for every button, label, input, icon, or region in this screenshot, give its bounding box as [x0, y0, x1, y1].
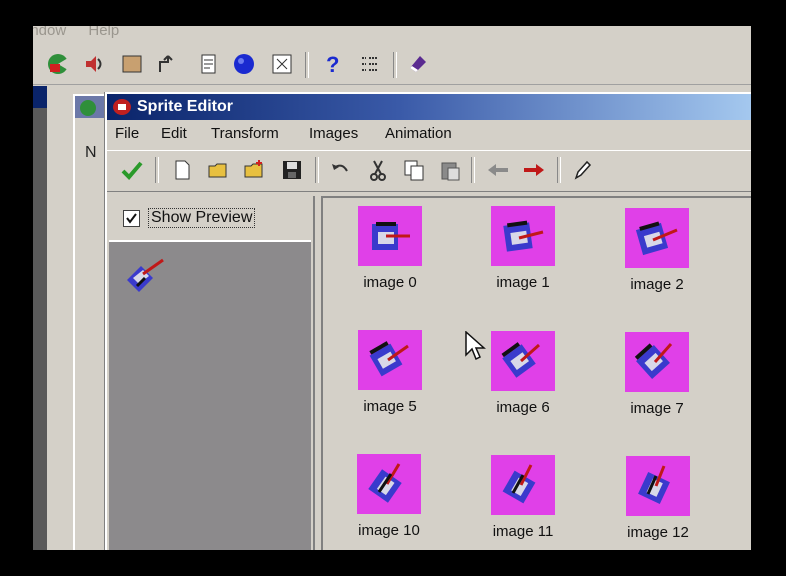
checkbox-box[interactable]	[123, 209, 140, 227]
sprite-icon	[372, 222, 410, 250]
svg-text:?: ?	[326, 52, 339, 76]
image-label: image 0	[363, 274, 417, 291]
show-preview-label: Show Preview	[148, 208, 256, 228]
background-icon[interactable]	[119, 51, 145, 77]
image-label: image 6	[496, 399, 550, 416]
image-thumbnail-11[interactable]: image 11	[473, 455, 573, 540]
save-icon[interactable]	[279, 157, 305, 183]
sprite-icon	[634, 343, 673, 379]
sprite-toolbar	[107, 150, 751, 192]
image-label: image 12	[627, 524, 689, 541]
help-icon[interactable]: ?	[319, 51, 345, 77]
left-panel-edge	[33, 86, 47, 550]
font-icon[interactable]	[231, 51, 257, 77]
mouse-cursor-icon	[465, 331, 486, 361]
eraser-icon[interactable]	[405, 51, 431, 77]
paste-icon[interactable]	[437, 157, 463, 183]
window-icon	[80, 100, 96, 116]
menubar: File Edit Transform Images Animation	[107, 122, 751, 146]
sprite-icon	[635, 221, 678, 256]
show-preview-checkbox[interactable]: Show Preview	[123, 208, 256, 228]
copy-icon[interactable]	[401, 157, 427, 183]
image-thumbnail-6[interactable]: image 6	[473, 331, 573, 416]
menu-transform[interactable]: Transform	[211, 125, 279, 142]
edit-pencil-icon[interactable]	[569, 157, 595, 183]
image-thumbnail-5[interactable]: image 5	[340, 330, 440, 415]
screen: indow Help ?	[33, 26, 751, 550]
open-folder-icon[interactable]	[205, 157, 231, 183]
host-menu-help[interactable]: Help	[88, 26, 119, 38]
ok-checkmark-icon[interactable]	[119, 157, 145, 183]
sprite-editor-window: Sprite Editor File Edit Transform Images…	[105, 92, 751, 550]
preview-sprite-icon	[127, 258, 164, 292]
image-thumbnail-0[interactable]: image 0	[340, 206, 440, 291]
menu-animation[interactable]: Animation	[385, 125, 452, 142]
image-label: image 1	[496, 274, 550, 291]
background-window-label: N	[85, 144, 97, 161]
shift-right-arrow-icon[interactable]	[521, 157, 547, 183]
host-menubar: indow Help	[33, 26, 751, 40]
sprite-editor-app-icon	[112, 98, 132, 121]
image-label: image 11	[492, 523, 554, 540]
image-label: image 2	[630, 276, 684, 293]
host-menu-window[interactable]: indow	[33, 26, 66, 38]
image-label: image 7	[630, 400, 684, 417]
sprite-icon	[501, 342, 540, 378]
script-icon[interactable]	[195, 51, 221, 77]
sprite-icon	[369, 341, 409, 377]
image-grid: image 0 image 1 image 2 image 5 image 6 …	[321, 196, 751, 550]
image-thumbnail-1[interactable]: image 1	[473, 206, 573, 291]
sprite-icon	[368, 463, 402, 503]
menu-images[interactable]: Images	[309, 125, 358, 142]
image-thumbnail-10[interactable]: image 10	[339, 454, 439, 539]
sprite-icon	[503, 220, 544, 252]
host-toolbar: ?	[33, 46, 751, 85]
checkmark-icon	[126, 212, 137, 224]
pacman-icon[interactable]	[45, 51, 71, 77]
shift-left-arrow-icon[interactable]	[485, 157, 511, 183]
preview-pane: Show Preview	[109, 196, 315, 550]
timeline-icon[interactable]	[269, 51, 295, 77]
sound-icon[interactable]	[81, 51, 107, 77]
sprite-icon	[502, 464, 536, 504]
cut-icon[interactable]	[365, 157, 391, 183]
image-label: image 5	[363, 398, 417, 415]
image-thumbnail-2[interactable]: image 2	[607, 208, 707, 293]
menu-edit[interactable]: Edit	[161, 125, 187, 142]
window-title: Sprite Editor	[137, 98, 234, 115]
preview-area	[109, 240, 311, 550]
menu-file[interactable]: File	[115, 125, 139, 142]
list-icon[interactable]	[357, 51, 383, 77]
undo-icon[interactable]	[327, 157, 353, 183]
image-thumbnail-7[interactable]: image 7	[607, 332, 707, 417]
sprite-editor-titlebar[interactable]: Sprite Editor	[107, 94, 751, 120]
image-label: image 10	[358, 522, 420, 539]
image-thumbnail-12[interactable]: image 12	[608, 456, 708, 541]
new-file-icon[interactable]	[169, 157, 195, 183]
path-icon[interactable]	[155, 51, 181, 77]
add-from-file-icon[interactable]	[241, 157, 267, 183]
sprite-icon	[638, 465, 670, 504]
